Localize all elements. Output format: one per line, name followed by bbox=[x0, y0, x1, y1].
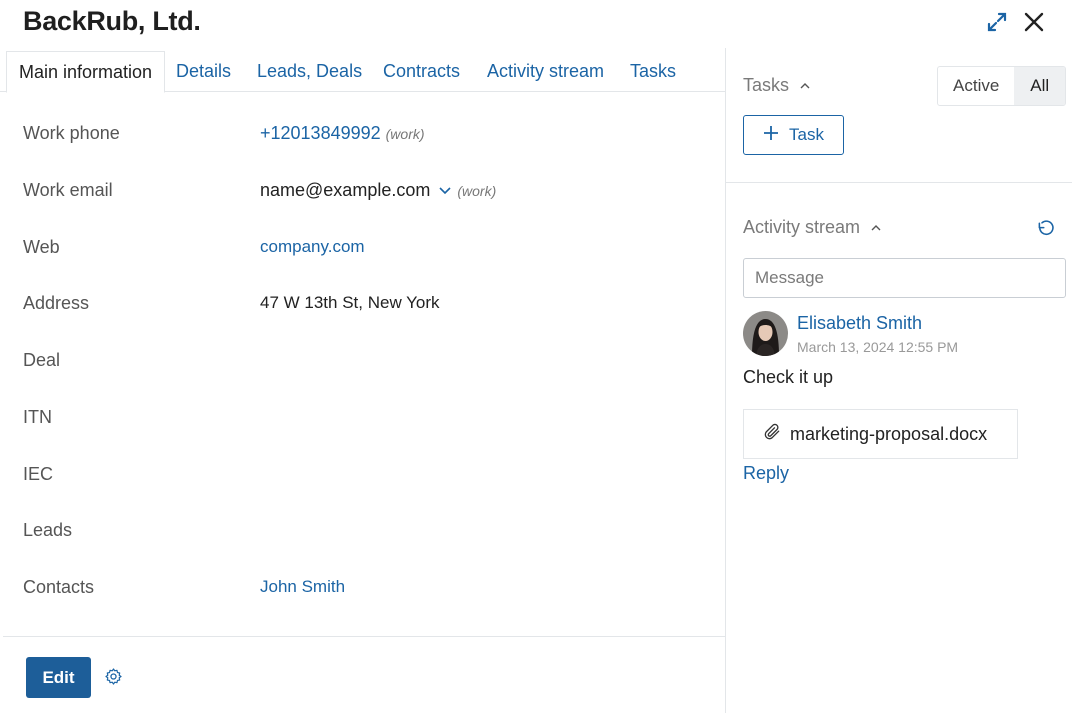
tab-leads-deals[interactable]: Leads, Deals bbox=[257, 51, 362, 92]
field-label: Work email bbox=[23, 180, 113, 200]
post-author-link[interactable]: Elisabeth Smith bbox=[797, 313, 922, 334]
address-value: 47 W 13th St, New York bbox=[260, 293, 440, 312]
edit-button[interactable]: Edit bbox=[26, 657, 91, 698]
chevron-up-icon bbox=[800, 75, 810, 89]
close-icon[interactable] bbox=[1022, 10, 1046, 34]
phone-type-tag: (work) bbox=[385, 126, 425, 142]
filter-all-button[interactable]: All bbox=[1014, 67, 1065, 105]
field-work-phone: Work phone +12013849992 (work) bbox=[23, 123, 703, 149]
gear-icon[interactable] bbox=[104, 667, 123, 686]
panel-divider bbox=[725, 48, 726, 713]
field-label: Web bbox=[23, 237, 60, 257]
post-timestamp: March 13, 2024 12:55 PM bbox=[797, 339, 959, 355]
post-text: Check it up bbox=[743, 367, 834, 387]
avatar[interactable] bbox=[743, 311, 788, 356]
expand-arrows-icon[interactable] bbox=[985, 10, 1009, 34]
main-panel: Main information Details Leads, Deals Co… bbox=[0, 48, 726, 713]
email-value: name@example.com bbox=[260, 180, 431, 200]
web-link[interactable]: company.com bbox=[260, 237, 365, 257]
right-section-divider bbox=[726, 182, 1072, 183]
attachment-file[interactable]: marketing-proposal.docx bbox=[743, 409, 1018, 459]
tasks-filter-toggle: Active All bbox=[937, 66, 1066, 106]
tab-bar: Main information Details Leads, Deals Co… bbox=[0, 51, 726, 93]
field-label: IEC bbox=[23, 464, 54, 484]
email-type-tag: (work) bbox=[457, 183, 497, 199]
reply-link[interactable]: Reply bbox=[743, 463, 789, 484]
message-input[interactable] bbox=[743, 258, 1066, 298]
field-label: Contacts bbox=[23, 577, 95, 597]
attachment-filename: marketing-proposal.docx bbox=[790, 423, 988, 444]
field-web: Web company.com bbox=[23, 237, 703, 263]
field-label: Deal bbox=[23, 350, 61, 370]
field-contacts: Contacts John Smith bbox=[23, 577, 703, 603]
tasks-section-title: Tasks bbox=[743, 75, 790, 95]
field-address: Address 47 W 13th St, New York bbox=[23, 293, 703, 319]
page-title: BackRub, Ltd. bbox=[23, 6, 201, 36]
footer-divider bbox=[3, 636, 726, 637]
field-iec: IEC bbox=[23, 464, 703, 490]
tasks-section-header[interactable]: Tasks bbox=[743, 75, 810, 96]
refresh-icon[interactable] bbox=[1035, 218, 1056, 239]
plus-icon bbox=[763, 125, 779, 146]
field-label: Leads bbox=[23, 520, 73, 540]
tab-contracts[interactable]: Contracts bbox=[383, 51, 460, 92]
field-label: ITN bbox=[23, 407, 52, 427]
tab-activity-stream[interactable]: Activity stream bbox=[487, 51, 604, 92]
phone-link[interactable]: +12013849992 bbox=[260, 123, 381, 144]
activity-section-title: Activity stream bbox=[743, 217, 861, 237]
field-label: Work phone bbox=[23, 123, 120, 143]
chevron-up-icon bbox=[871, 217, 881, 231]
field-label: Address bbox=[23, 293, 90, 313]
field-itn: ITN bbox=[23, 407, 703, 433]
tab-tasks[interactable]: Tasks bbox=[630, 51, 676, 92]
chevron-down-icon[interactable] bbox=[438, 181, 452, 195]
contact-link[interactable]: John Smith bbox=[260, 577, 345, 597]
field-work-email: Work email name@example.com (work) bbox=[23, 180, 703, 206]
add-task-label: Task bbox=[789, 125, 824, 144]
filter-active-button[interactable]: Active bbox=[938, 67, 1014, 105]
tab-main-information[interactable]: Main information bbox=[6, 51, 166, 93]
activity-section-header[interactable]: Activity stream bbox=[743, 217, 881, 238]
field-leads: Leads bbox=[23, 520, 703, 546]
field-deal: Deal bbox=[23, 350, 703, 376]
paperclip-icon bbox=[762, 422, 782, 447]
add-task-button[interactable]: Task bbox=[743, 115, 844, 155]
tab-details[interactable]: Details bbox=[176, 51, 231, 92]
